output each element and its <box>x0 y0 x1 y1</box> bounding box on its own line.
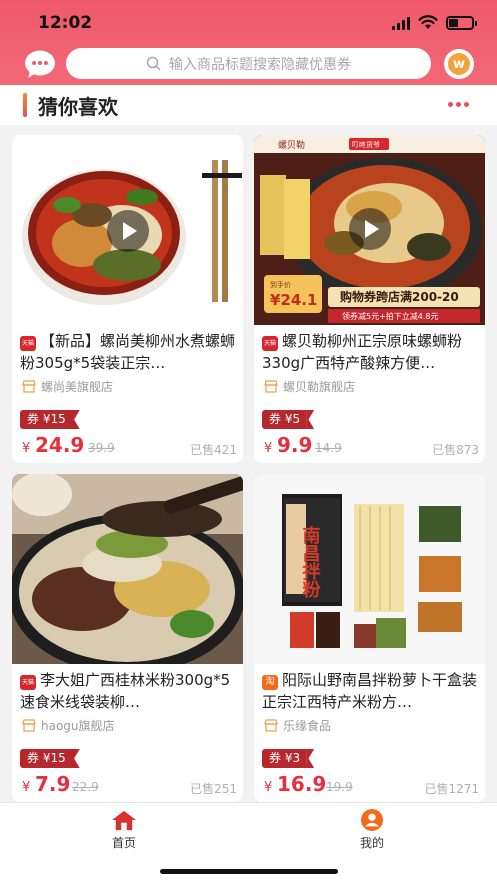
play-video-icon[interactable] <box>349 208 391 250</box>
tmall-tag: 天猫 <box>20 336 36 351</box>
product-title[interactable]: 天猫 李大姐广西桂林米粉300g*5速食米线袋装柳… <box>20 669 238 713</box>
product-card[interactable]: 南昌拌粉 淘阳际山野南昌拌粉萝卜干盒装正宗江西特产米粉方… 乐缘食品 券 ¥3 … <box>254 474 485 802</box>
coupon-badge[interactable]: 券 ¥15 <box>20 749 80 768</box>
price: 9.9 <box>277 433 313 457</box>
shop-info[interactable]: haogu旗舰店 <box>22 716 115 734</box>
sold-count: 已售873 <box>432 443 479 457</box>
coupon-badge[interactable]: 券 ¥15 <box>20 410 80 429</box>
shop-info[interactable]: 乐缘食品 <box>264 716 331 734</box>
sold-count: 已售251 <box>190 782 237 796</box>
product-image[interactable]: 螺贝勒 叮咚货爷 ¥24.1 到手价 购物券跨店满200-20 领券减5元+拍下… <box>254 135 485 325</box>
shop-name: 乐缘食品 <box>283 718 332 733</box>
original-price: 14.9 <box>315 441 342 455</box>
price-row: ¥ 7.9 22.9 已售251 <box>22 772 237 798</box>
wifi-icon <box>418 15 438 29</box>
tmall-tag: 天猫 <box>20 675 36 690</box>
shop-icon <box>264 718 278 732</box>
shop-icon <box>264 379 278 393</box>
top-bar: 12:02 输入商品标题搜索隐藏优惠券 w <box>0 0 497 85</box>
price-symbol: ¥ <box>22 780 31 795</box>
package-text: 南昌拌粉 <box>300 525 321 598</box>
shop-name: haogu旗舰店 <box>41 718 115 733</box>
price-symbol: ¥ <box>264 441 273 456</box>
coupon-badge[interactable]: 券 ¥3 <box>262 749 315 768</box>
product-title[interactable]: 天猫 螺贝勒柳州正宗原味螺蛳粉330g广西特产酸辣方便… <box>262 330 480 374</box>
w-badge-icon: w <box>448 53 470 75</box>
w-badge-button[interactable]: w <box>444 49 474 79</box>
sold-count: 已售1271 <box>424 782 479 796</box>
home-indicator <box>160 869 338 874</box>
product-card[interactable]: 天猫 【新品】螺尚美柳州水煮螺蛳粉305g*5袋装正宗… 螺尚美旗舰店 券 ¥15… <box>12 135 243 463</box>
product-image[interactable] <box>12 474 243 664</box>
tab-home-label: 首页 <box>111 836 136 850</box>
more-icon[interactable] <box>448 102 470 108</box>
price-row: ¥ 9.9 14.9 已售873 <box>264 433 479 459</box>
search-input[interactable]: 输入商品标题搜索隐藏优惠券 <box>66 48 431 79</box>
battery-icon <box>446 16 477 30</box>
product-image[interactable]: 南昌拌粉 <box>254 474 485 664</box>
section-header: 猜你喜欢 <box>0 85 497 125</box>
price: 16.9 <box>277 772 327 796</box>
original-price: 22.9 <box>72 780 99 794</box>
section-accent-bar <box>23 93 27 117</box>
play-video-icon[interactable] <box>107 210 149 252</box>
price-tag-label: 到手价 <box>270 280 291 289</box>
price-symbol: ¥ <box>22 441 31 456</box>
shop-icon <box>22 718 36 732</box>
shop-info[interactable]: 螺尚美旗舰店 <box>22 377 113 395</box>
product-card[interactable]: 天猫 李大姐广西桂林米粉300g*5速食米线袋装柳… haogu旗舰店 券 ¥15… <box>12 474 243 802</box>
brand-logo-text: 螺贝勒 <box>278 139 305 151</box>
profile-icon <box>361 809 383 831</box>
tab-mine[interactable]: 我的 <box>337 809 407 851</box>
shop-info[interactable]: 螺贝勒旗舰店 <box>264 377 355 395</box>
message-icon[interactable] <box>24 49 56 79</box>
shop-name: 螺尚美旗舰店 <box>41 379 114 394</box>
product-title[interactable]: 淘阳际山野南昌拌粉萝卜干盒装正宗江西特产米粉方… <box>262 669 480 713</box>
product-title[interactable]: 天猫 【新品】螺尚美柳州水煮螺蛳粉305g*5袋装正宗… <box>20 330 238 374</box>
original-price: 39.9 <box>88 441 115 455</box>
sold-count: 已售421 <box>190 443 237 457</box>
price-symbol: ¥ <box>264 780 273 795</box>
promo-banner-sub: 领券减5元+拍下立减4.8元 <box>342 311 439 321</box>
product-image[interactable] <box>12 135 243 325</box>
tab-home[interactable]: 首页 <box>89 809 159 851</box>
shop-icon <box>22 379 36 393</box>
price: 24.9 <box>35 433 85 457</box>
shop-name: 螺贝勒旗舰店 <box>283 379 356 394</box>
status-bar: 12:02 <box>0 0 497 46</box>
product-card[interactable]: 螺贝勒 叮咚货爷 ¥24.1 到手价 购物券跨店满200-20 领券减5元+拍下… <box>254 135 485 463</box>
search-icon <box>146 56 161 71</box>
status-time: 12:02 <box>38 13 93 33</box>
section-title: 猜你喜欢 <box>38 95 118 119</box>
coupon-badge[interactable]: 券 ¥5 <box>262 410 315 429</box>
original-price: 19.9 <box>326 780 353 794</box>
search-placeholder: 输入商品标题搜索隐藏优惠券 <box>169 56 351 73</box>
price: 7.9 <box>35 772 71 796</box>
promo-banner-text: 购物券跨店满200-20 <box>340 289 459 304</box>
tab-mine-label: 我的 <box>359 836 384 850</box>
price-row: ¥ 16.9 19.9 已售1271 <box>264 772 479 798</box>
home-icon <box>112 810 136 831</box>
tmall-tag: 天猫 <box>262 336 278 351</box>
cellular-signal-icon <box>392 17 412 30</box>
price-row: ¥ 24.9 39.9 已售421 <box>22 433 237 459</box>
price-tag-text: ¥24.1 <box>270 291 317 309</box>
taobao-tag: 淘 <box>262 675 278 690</box>
image-badge-text: 叮咚货爷 <box>352 140 380 149</box>
